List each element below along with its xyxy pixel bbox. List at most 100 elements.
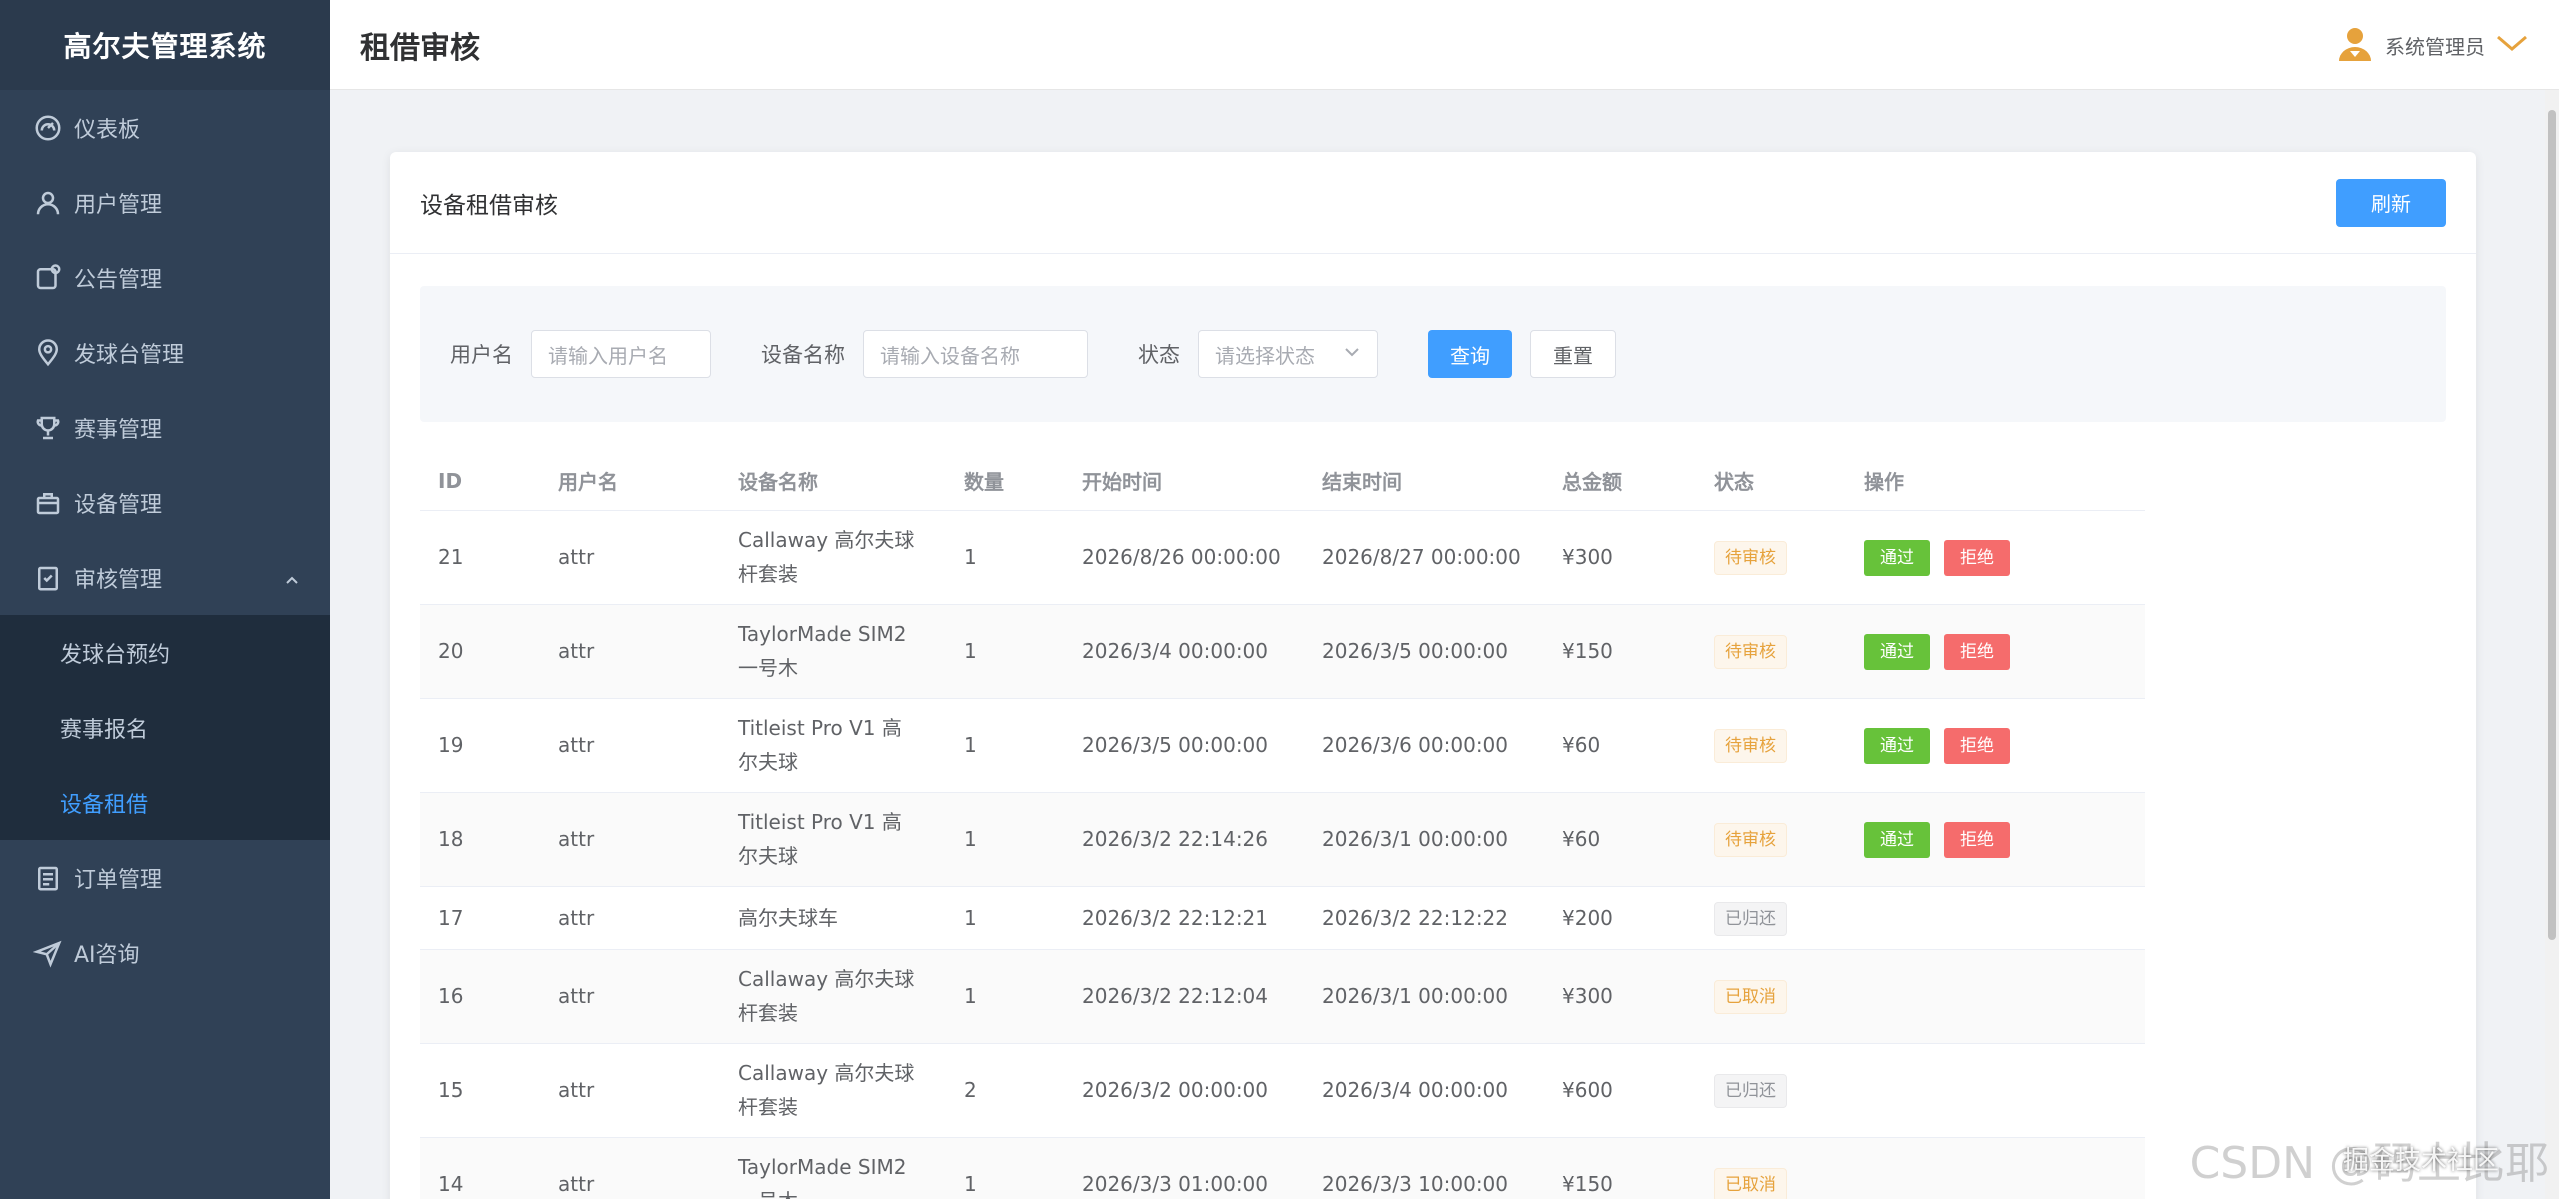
cell-amount: ¥300 <box>1544 510 1696 605</box>
rental-review-card: 设备租借审核 刷新 用户名 请输入用户名 设备名称 请输入设备名称 状态 请选择… <box>390 152 2476 1199</box>
scrollbar-thumb[interactable] <box>2548 110 2556 940</box>
approve-button[interactable]: 通过 <box>1864 727 1930 764</box>
sidebar-item-notices[interactable]: 公告管理 <box>0 240 330 315</box>
sidebar-item-label: AI咨询 <box>74 942 140 968</box>
top-header: 租借审核 系统管理员 <box>330 0 2559 90</box>
sidebar-item-users[interactable]: 用户管理 <box>0 165 330 240</box>
cell-user: attr <box>540 949 720 1044</box>
column-header: ID <box>420 452 540 511</box>
sidebar: 高尔夫管理系统 仪表板 用户管理 公告管理 发球台管理 赛事管理 设备管理 审核… <box>0 0 330 1199</box>
cell-amount: ¥300 <box>1544 949 1696 1044</box>
user-name: 系统管理员 <box>2385 34 2485 59</box>
cell-id: 20 <box>420 604 540 699</box>
reject-button[interactable]: 拒绝 <box>1944 727 2010 764</box>
username-input[interactable]: 请输入用户名 <box>531 330 711 378</box>
cell-start: 2026/3/2 22:14:26 <box>1064 792 1304 887</box>
sidebar-item-events[interactable]: 赛事管理 <box>0 390 330 465</box>
document-icon <box>32 862 64 894</box>
cell-qty: 1 <box>946 886 1064 950</box>
sidebar-subitem-event-signup[interactable]: 赛事报名 <box>0 690 330 765</box>
cell-qty: 1 <box>946 792 1064 887</box>
sidebar-item-tees[interactable]: 发球台管理 <box>0 315 330 390</box>
status-select[interactable]: 请选择状态 <box>1198 330 1378 378</box>
cell-end: 2026/3/5 00:00:00 <box>1304 604 1544 699</box>
user-menu[interactable]: 系统管理员 <box>2335 0 2529 90</box>
column-header: 状态 <box>1696 452 1846 511</box>
cell-end: 2026/3/4 00:00:00 <box>1304 1043 1544 1138</box>
table-row: 15 attr Callaway 高尔夫球杆套装 2 2026/3/2 00:00:00… <box>420 1043 2145 1138</box>
cell-device: Titleist Pro V1 高尔夫球 <box>720 698 946 793</box>
cell-amount: ¥150 <box>1544 1137 1696 1199</box>
cell-id: 14 <box>420 1137 540 1199</box>
cell-qty: 1 <box>946 698 1064 793</box>
approve-button[interactable]: 通过 <box>1864 633 1930 670</box>
sidebar-subitem-tee-booking[interactable]: 发球台预约 <box>0 615 330 690</box>
app-logo-title: 高尔夫管理系统 <box>0 0 330 90</box>
reset-button[interactable]: 重置 <box>1530 330 1616 378</box>
approve-button[interactable]: 通过 <box>1864 539 1930 576</box>
table-header-row: ID 用户名 设备名称 数量 开始时间 结束时间 总金额 状态 操作 <box>420 452 2145 511</box>
reject-button[interactable]: 拒绝 <box>1944 633 2010 670</box>
cell-start: 2026/3/2 22:12:04 <box>1064 949 1304 1044</box>
cell-status: 已归还 <box>1696 886 1846 950</box>
username-placeholder: 请输入用户名 <box>548 343 668 368</box>
chevron-down-icon <box>1343 342 1361 366</box>
cell-device: Titleist Pro V1 高尔夫球 <box>720 792 946 887</box>
cell-id: 21 <box>420 510 540 605</box>
page-scrollbar[interactable] <box>2545 90 2559 1199</box>
cell-end: 2026/3/1 00:00:00 <box>1304 949 1544 1044</box>
sidebar-item-label: 公告管理 <box>74 267 163 293</box>
sidebar-item-review[interactable]: 审核管理 <box>0 540 330 615</box>
device-placeholder: 请输入设备名称 <box>880 343 1020 368</box>
table-row: 17 attr 高尔夫球车 1 2026/3/2 22:12:21 2026/3/2 22… <box>420 886 2145 950</box>
sidebar-item-ai[interactable]: AI咨询 <box>0 915 330 990</box>
device-input[interactable]: 请输入设备名称 <box>863 330 1088 378</box>
watermark-overlay: 掘金技术社区 <box>2342 1146 2499 1176</box>
status-badge: 已归还 <box>1714 1074 1787 1108</box>
sidebar-subitem-equipment-rental[interactable]: 设备租借 <box>0 765 330 840</box>
cell-start: 2026/3/5 00:00:00 <box>1064 698 1304 793</box>
cell-device: Callaway 高尔夫球杆套装 <box>720 1043 946 1138</box>
column-header: 总金额 <box>1544 452 1696 511</box>
cell-id: 15 <box>420 1043 540 1138</box>
approve-button[interactable]: 通过 <box>1864 821 1930 858</box>
sidebar-item-label: 赛事管理 <box>74 417 163 443</box>
username-label: 用户名 <box>450 343 513 367</box>
cell-actions: 通过 拒绝 <box>1846 604 2145 699</box>
cell-user: attr <box>540 886 720 950</box>
cell-status: 待审核 <box>1696 792 1846 887</box>
cell-status: 待审核 <box>1696 604 1846 699</box>
query-button[interactable]: 查询 <box>1428 330 1512 378</box>
bag-icon <box>32 487 64 519</box>
cell-qty: 1 <box>946 604 1064 699</box>
table-row: 19 attr Titleist Pro V1 高尔夫球 1 2026/3/5 00:0… <box>420 698 2145 793</box>
cell-actions: 通过 拒绝 <box>1846 698 2145 793</box>
cell-user: attr <box>540 510 720 605</box>
sidebar-item-equipment[interactable]: 设备管理 <box>0 465 330 540</box>
checklist-icon <box>32 562 64 594</box>
cell-id: 16 <box>420 949 540 1044</box>
refresh-button[interactable]: 刷新 <box>2336 178 2446 227</box>
trophy-icon <box>32 412 64 444</box>
cell-user: attr <box>540 792 720 887</box>
sidebar-item-dashboard[interactable]: 仪表板 <box>0 90 330 165</box>
column-header: 用户名 <box>540 452 720 511</box>
table-row: 14attrTaylorMade SIM2 一号木12026/3/3 01:00… <box>420 1137 2145 1199</box>
cell-user: attr <box>540 604 720 699</box>
cell-actions <box>1846 1043 2145 1138</box>
reject-button[interactable]: 拒绝 <box>1944 821 2010 858</box>
cell-user: attr <box>540 698 720 793</box>
cell-end: 2026/3/6 00:00:00 <box>1304 698 1544 793</box>
column-header: 结束时间 <box>1304 452 1544 511</box>
column-header: 开始时间 <box>1064 452 1304 511</box>
sidebar-item-orders[interactable]: 订单管理 <box>0 840 330 915</box>
status-badge: 待审核 <box>1714 635 1787 669</box>
status-badge: 待审核 <box>1714 729 1787 763</box>
cell-start: 2026/8/26 00:00:00 <box>1064 510 1304 605</box>
user-icon <box>32 187 64 219</box>
cell-device: 高尔夫球车 <box>720 886 946 950</box>
cell-actions <box>1846 1137 2145 1199</box>
reject-button[interactable]: 拒绝 <box>1944 539 2010 576</box>
cell-status: 已取消 <box>1696 949 1846 1044</box>
chevron-down-icon[interactable] <box>2495 32 2529 59</box>
